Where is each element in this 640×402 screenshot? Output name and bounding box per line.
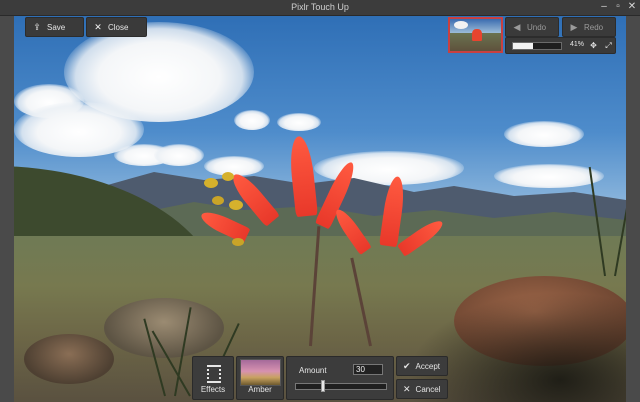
- undo-button[interactable]: ◀ Undo: [505, 17, 559, 37]
- redo-button[interactable]: ▶ Redo: [562, 17, 616, 37]
- film-strip-icon: [207, 365, 221, 383]
- amount-slider-handle[interactable]: [321, 380, 325, 392]
- amount-input[interactable]: 30: [353, 364, 383, 375]
- check-icon: ✔: [403, 360, 411, 371]
- effects-label: Effects: [200, 385, 226, 394]
- maximize-icon[interactable]: ▫: [612, 1, 624, 13]
- cancel-label: Cancel: [415, 384, 441, 394]
- photo-yellow-flower: [212, 196, 224, 205]
- photo-yellow-flower: [222, 172, 234, 181]
- image-canvas[interactable]: [14, 16, 626, 402]
- close-label: Close: [108, 22, 129, 32]
- photo-yellow-flower: [232, 238, 244, 246]
- photo-rock: [24, 334, 114, 384]
- redo-label: Redo: [584, 22, 604, 32]
- undo-label: Undo: [527, 22, 547, 32]
- cancel-x-icon: ✕: [403, 383, 411, 394]
- minimize-icon[interactable]: –: [598, 1, 610, 13]
- accept-label: Accept: [415, 361, 441, 371]
- zoom-slider[interactable]: [512, 42, 562, 50]
- save-icon: ⇪: [33, 21, 41, 32]
- app-window: Pixlr Touch Up – ▫ ✕ ⇪ Save ✕ Close ◀ Un…: [0, 0, 640, 402]
- effect-thumbnail: [240, 359, 281, 386]
- photo-cloud: [154, 144, 204, 166]
- save-button[interactable]: ⇪ Save: [25, 17, 84, 37]
- thumbnail-flower: [472, 29, 482, 41]
- window-title: Pixlr Touch Up: [291, 2, 349, 12]
- close-x-icon: ✕: [94, 21, 102, 32]
- amount-label: Amount: [299, 366, 327, 375]
- photo-yellow-flower: [204, 178, 218, 188]
- photo-cloud: [277, 113, 321, 131]
- thumbnail-cloud: [454, 21, 468, 29]
- navigator-thumbnail[interactable]: [448, 17, 503, 53]
- redo-arrow-icon: ▶: [570, 21, 578, 32]
- expand-icon[interactable]: ⤢: [603, 40, 614, 51]
- zoom-level: 41%: [569, 41, 584, 48]
- amount-control: Amount 30: [286, 356, 394, 400]
- save-label: Save: [47, 22, 66, 32]
- cancel-button[interactable]: ✕ Cancel: [396, 379, 448, 399]
- zoom-slider-fill: [513, 43, 533, 49]
- accept-button[interactable]: ✔ Accept: [396, 356, 448, 376]
- photo-cloud: [234, 110, 270, 130]
- zoom-control: 41% ✥ ⤢: [505, 37, 616, 54]
- undo-arrow-icon: ◀: [513, 21, 521, 32]
- title-bar: Pixlr Touch Up – ▫ ✕: [0, 0, 640, 16]
- photo-cloud: [504, 121, 584, 147]
- fit-screen-icon[interactable]: ✥: [588, 40, 599, 51]
- close-icon[interactable]: ✕: [626, 1, 638, 13]
- amount-slider[interactable]: [295, 380, 387, 392]
- close-button[interactable]: ✕ Close: [86, 17, 147, 37]
- photo-yellow-flower: [229, 200, 243, 210]
- effects-button[interactable]: Effects: [192, 356, 234, 400]
- effect-preset-amber[interactable]: Amber: [236, 356, 284, 400]
- effect-name: Amber: [248, 385, 272, 394]
